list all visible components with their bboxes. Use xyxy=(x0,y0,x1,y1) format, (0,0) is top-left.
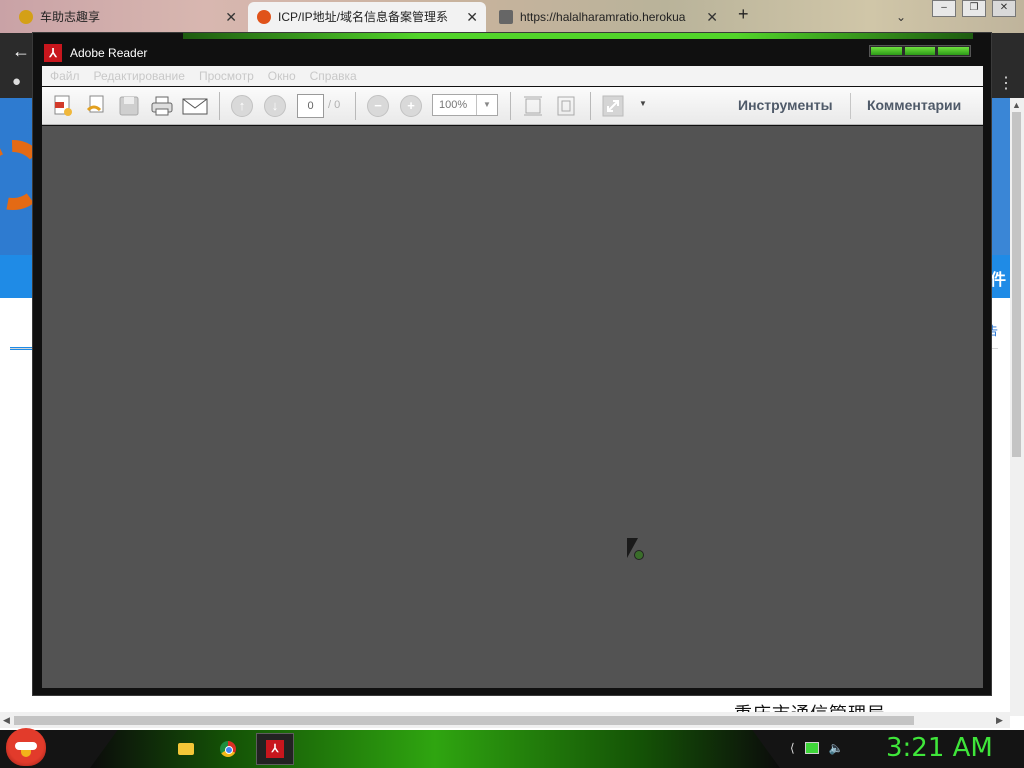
toolbar-separator xyxy=(219,92,220,120)
printer-icon xyxy=(151,96,173,116)
comments-pane-button[interactable]: Комментарии xyxy=(867,97,961,113)
horizontal-scrollbar[interactable]: ◀ ▶ xyxy=(0,712,1010,728)
toolbar-separator xyxy=(510,92,511,120)
minimize-button[interactable] xyxy=(871,47,902,55)
window-title: Adobe Reader xyxy=(70,46,148,60)
minus-icon: − xyxy=(367,95,389,117)
new-tab-button[interactable]: + xyxy=(738,4,749,25)
chevron-down-icon[interactable]: ⌄ xyxy=(896,10,906,24)
arrow-down-icon: ↓ xyxy=(264,95,286,117)
site-favicon-icon xyxy=(257,10,271,24)
tab-title: ICP/IP地址/域名信息备案管理系 xyxy=(278,10,449,24)
print-button[interactable] xyxy=(149,93,175,119)
chrome-icon xyxy=(220,741,236,757)
browser-tab-active[interactable]: ICP/IP地址/域名信息备案管理系 ✕ xyxy=(248,2,486,32)
tab-title: https://halalharamratio.herokua xyxy=(520,10,686,24)
scrollbar-thumb[interactable] xyxy=(14,716,914,725)
reader-toolbar: ↑ ↓ 0 / 0 − + 100% ▼ ▼ Инструменты Комме… xyxy=(42,87,983,125)
create-pdf-icon xyxy=(54,95,72,116)
zoom-in-button[interactable]: + xyxy=(398,93,424,119)
network-icon[interactable] xyxy=(804,742,819,754)
browser-tab[interactable]: 车助志趣享 ✕ xyxy=(10,2,245,32)
next-page-button[interactable]: ↓ xyxy=(262,93,288,119)
menu-dots-icon[interactable]: ⋮ xyxy=(998,73,1014,93)
scroll-left-arrow-icon[interactable]: ◀ xyxy=(3,715,10,726)
menu-file[interactable]: Файл xyxy=(50,69,80,83)
busy-cursor-icon xyxy=(634,550,644,560)
previous-page-button[interactable]: ↑ xyxy=(229,93,255,119)
window-controls xyxy=(869,45,971,57)
page-total: / 0 xyxy=(328,99,341,111)
taskbar-chrome-button[interactable] xyxy=(209,733,247,765)
expand-icon xyxy=(602,95,624,117)
zoom-value: 100% xyxy=(439,99,468,111)
create-pdf-button[interactable] xyxy=(50,93,76,119)
close-tab-icon[interactable]: ✕ xyxy=(466,2,478,32)
email-button[interactable] xyxy=(182,93,208,119)
adobe-reader-logo-icon: ⅄ xyxy=(44,44,62,62)
taskbar-clock[interactable]: 3:21 AM xyxy=(886,733,993,763)
scroll-up-arrow-icon[interactable]: ▲ xyxy=(1012,100,1021,110)
toolbar-separator xyxy=(590,92,591,120)
plus-icon: + xyxy=(400,95,422,117)
menu-view[interactable]: Просмотр xyxy=(199,69,254,83)
document-view[interactable] xyxy=(42,126,983,688)
scroll-right-arrow-icon[interactable]: ▶ xyxy=(996,715,1003,726)
adobe-reader-icon: ⅄ xyxy=(266,740,284,758)
page-number-input[interactable]: 0 xyxy=(297,94,324,118)
back-arrow-icon[interactable]: ← xyxy=(12,41,30,62)
taskbar-adobe-reader-button[interactable]: ⅄ xyxy=(256,733,294,765)
window-glow-bar xyxy=(183,33,973,39)
toolbar-separator xyxy=(850,93,851,119)
site-favicon-icon xyxy=(19,10,33,24)
maximize-button[interactable] xyxy=(904,47,936,55)
calculator-favicon-icon xyxy=(499,10,513,24)
browser-tab-bar: 车助志趣享 ✕ ICP/IP地址/域名信息备案管理系 ✕ https://hal… xyxy=(0,0,1024,33)
taskbar xyxy=(0,730,1024,768)
zoom-out-button[interactable]: − xyxy=(365,93,391,119)
tools-pane-button[interactable]: Инструменты xyxy=(738,97,833,113)
vertical-scrollbar[interactable]: ▲ xyxy=(1010,98,1024,716)
close-button[interactable] xyxy=(938,47,970,55)
fit-width-icon xyxy=(524,96,542,116)
toolbar-separator xyxy=(355,92,356,120)
adobe-reader-window: ⅄ Adobe Reader Файл Редактирование Просм… xyxy=(32,32,992,696)
browser-tab[interactable]: https://halalharamratio.herokua ✕ xyxy=(490,2,726,32)
maximize-button[interactable]: ❐ xyxy=(962,0,986,17)
site-nav-item[interactable]: 件 xyxy=(990,266,1006,290)
scrollbar-thumb[interactable] xyxy=(1012,112,1021,457)
start-button-angry-bird-icon[interactable] xyxy=(6,728,46,766)
globe-icon[interactable]: ● xyxy=(12,73,21,90)
fit-page-button[interactable] xyxy=(553,93,579,119)
open-file-button[interactable] xyxy=(83,93,109,119)
fit-page-icon xyxy=(557,96,575,116)
close-tab-icon[interactable]: ✕ xyxy=(706,2,718,32)
window-controls: – ❐ ✕ xyxy=(932,0,1016,18)
envelope-icon xyxy=(182,98,208,115)
tab-title: 车助志趣享 xyxy=(40,10,101,24)
fit-width-button[interactable] xyxy=(520,93,546,119)
full-screen-button[interactable] xyxy=(600,93,626,119)
menu-edit[interactable]: Редактирование xyxy=(94,69,185,83)
more-tools-chevron-icon[interactable]: ▼ xyxy=(639,99,647,108)
system-tray: ⟨ 🔈 xyxy=(790,741,844,755)
arrow-up-icon: ↑ xyxy=(231,95,253,117)
menu-bar: Файл Редактирование Просмотр Окно Справк… xyxy=(42,66,983,86)
save-icon xyxy=(119,96,139,116)
show-hidden-icons-icon[interactable]: ⟨ xyxy=(790,741,795,755)
taskbar-explorer-button[interactable] xyxy=(167,733,205,765)
menu-window[interactable]: Окно xyxy=(268,69,296,83)
save-button[interactable] xyxy=(116,93,142,119)
menu-help[interactable]: Справка xyxy=(310,69,357,83)
minimize-button[interactable]: – xyxy=(932,0,956,17)
open-file-icon xyxy=(86,95,104,113)
chevron-down-icon[interactable]: ▼ xyxy=(476,95,497,115)
folder-icon xyxy=(178,743,194,755)
zoom-select[interactable]: 100% ▼ xyxy=(432,94,498,116)
close-window-button[interactable]: ✕ xyxy=(992,0,1016,17)
close-tab-icon[interactable]: ✕ xyxy=(225,2,237,32)
volume-icon[interactable]: 🔈 xyxy=(829,741,844,755)
